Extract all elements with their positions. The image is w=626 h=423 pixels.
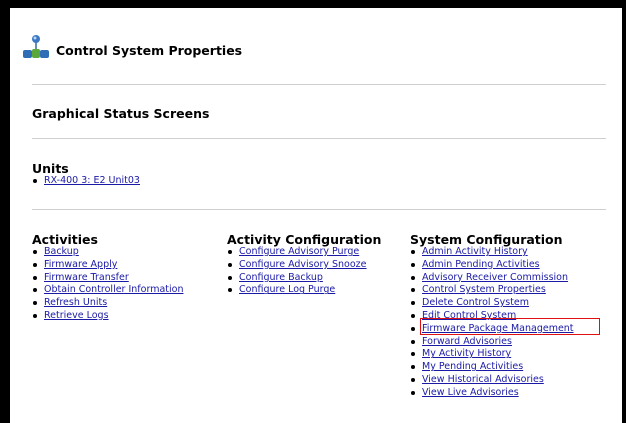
firmware-apply-link[interactable]: Firmware Apply xyxy=(44,259,117,270)
control-system-properties-link[interactable]: Control System Properties xyxy=(422,284,546,295)
page-header: Control System Properties xyxy=(22,34,242,60)
list-item: View Historical Advisories xyxy=(410,374,574,387)
page-title: Control System Properties xyxy=(56,43,243,58)
list-item: Configure Backup xyxy=(227,272,381,285)
divider xyxy=(32,209,606,210)
refresh-units-link[interactable]: Refresh Units xyxy=(44,297,107,308)
activity-configuration-list: Configure Advisory Purge Configure Advis… xyxy=(227,246,381,297)
list-item: Delete Control System xyxy=(410,297,574,310)
view-live-advisories-link[interactable]: View Live Advisories xyxy=(422,387,519,398)
backup-link[interactable]: Backup xyxy=(44,246,79,257)
configure-log-purge-link[interactable]: Configure Log Purge xyxy=(239,284,335,295)
list-item: Advisory Receiver Commission xyxy=(410,272,574,285)
configure-advisory-purge-link[interactable]: Configure Advisory Purge xyxy=(239,246,359,257)
retrieve-logs-link[interactable]: Retrieve Logs xyxy=(44,310,109,321)
my-activity-history-link[interactable]: My Activity History xyxy=(422,348,511,359)
units-section: Units RX-400 3: E2 Unit03 xyxy=(32,162,140,188)
system-configuration-heading: System Configuration xyxy=(410,232,563,247)
list-item: Refresh Units xyxy=(32,297,183,310)
list-item: Configure Advisory Snooze xyxy=(227,259,381,272)
forward-advisories-link[interactable]: Forward Advisories xyxy=(422,336,512,347)
list-item: Admin Pending Activities xyxy=(410,259,574,272)
list-item: My Activity History xyxy=(410,348,574,361)
advisory-receiver-commission-link[interactable]: Advisory Receiver Commission xyxy=(422,272,568,283)
system-configuration-section: System Configuration Admin Activity Hist… xyxy=(410,233,574,400)
list-item: Configure Log Purge xyxy=(227,284,381,297)
list-item: View Live Advisories xyxy=(410,387,574,400)
my-pending-activities-link[interactable]: My Pending Activities xyxy=(422,361,523,372)
activity-configuration-section: Activity Configuration Configure Advisor… xyxy=(227,233,381,297)
list-item: Retrieve Logs xyxy=(32,310,183,323)
admin-activity-history-link[interactable]: Admin Activity History xyxy=(422,246,528,257)
list-item: Firmware Transfer xyxy=(32,272,183,285)
list-item: Forward Advisories xyxy=(410,336,574,349)
obtain-controller-information-link[interactable]: Obtain Controller Information xyxy=(44,284,183,295)
activities-heading: Activities xyxy=(32,232,98,247)
activities-section: Activities Backup Firmware Apply Firmwar… xyxy=(32,233,183,323)
unit-link[interactable]: RX-400 3: E2 Unit03 xyxy=(44,175,140,186)
view-historical-advisories-link[interactable]: View Historical Advisories xyxy=(422,374,544,385)
list-item: Obtain Controller Information xyxy=(32,284,183,297)
list-item: RX-400 3: E2 Unit03 xyxy=(32,175,140,188)
firmware-transfer-link[interactable]: Firmware Transfer xyxy=(44,272,129,283)
divider xyxy=(32,84,606,85)
activities-list: Backup Firmware Apply Firmware Transfer … xyxy=(32,246,183,323)
units-heading: Units xyxy=(32,161,69,176)
list-item: Configure Advisory Purge xyxy=(227,246,381,259)
list-item: My Pending Activities xyxy=(410,361,574,374)
configure-advisory-snooze-link[interactable]: Configure Advisory Snooze xyxy=(239,259,367,270)
list-item: Backup xyxy=(32,246,183,259)
configure-backup-link[interactable]: Configure Backup xyxy=(239,272,323,283)
highlight-box xyxy=(420,318,600,335)
list-item: Admin Activity History xyxy=(410,246,574,259)
activity-configuration-heading: Activity Configuration xyxy=(227,232,382,247)
graphical-status-heading: Graphical Status Screens xyxy=(32,106,210,121)
list-item: Control System Properties xyxy=(410,284,574,297)
list-item: Firmware Apply xyxy=(32,259,183,272)
divider xyxy=(32,138,606,139)
units-list: RX-400 3: E2 Unit03 xyxy=(32,175,140,188)
delete-control-system-link[interactable]: Delete Control System xyxy=(422,297,529,308)
network-nodes-icon xyxy=(23,35,49,58)
admin-pending-activities-link[interactable]: Admin Pending Activities xyxy=(422,259,540,270)
